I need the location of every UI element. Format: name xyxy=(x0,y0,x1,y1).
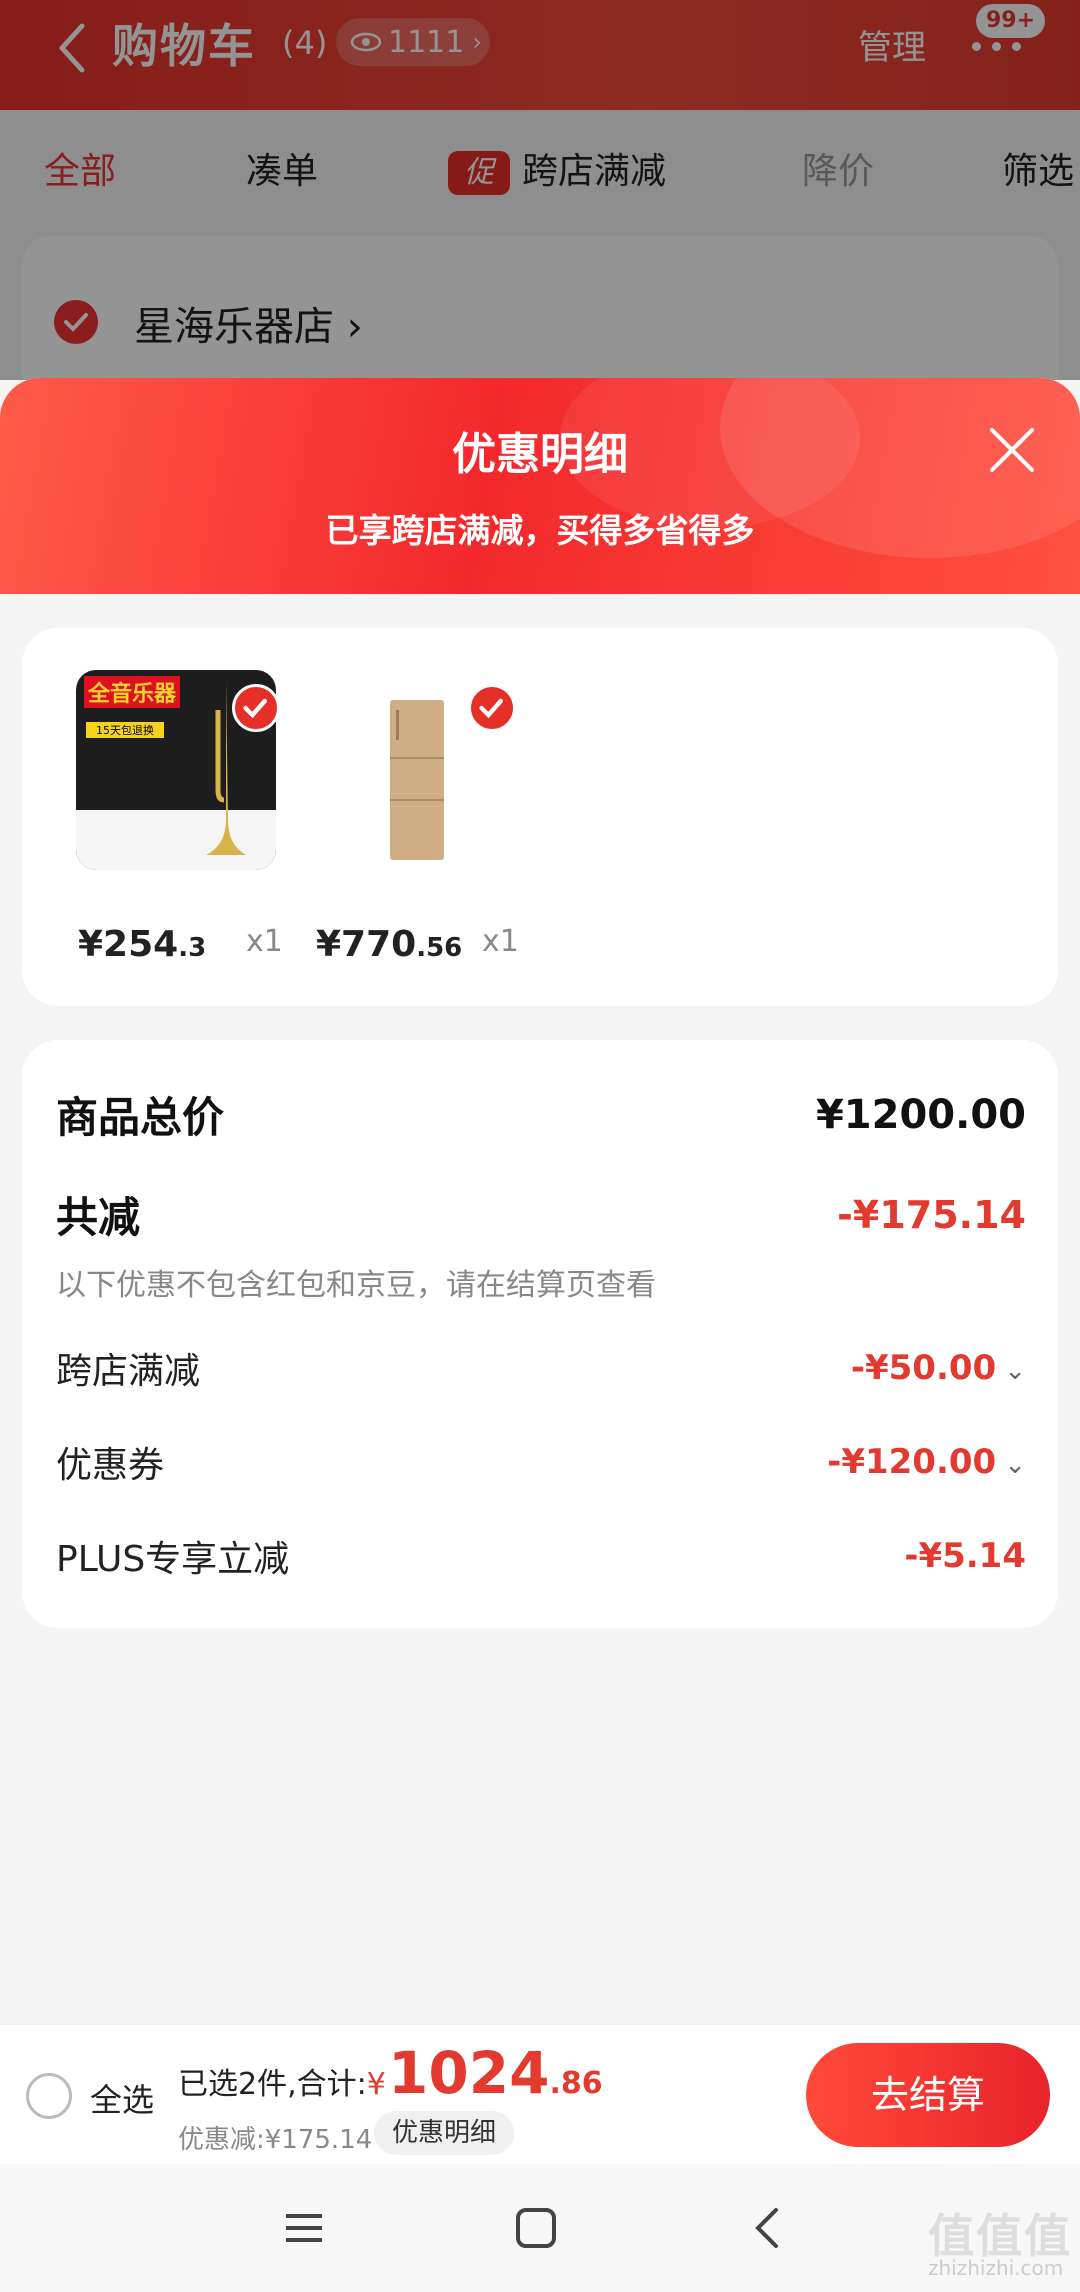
discount-detail-sheet: 优惠明细 已享跨店满减，买得多省得多 全音乐器 15天包退换 ¥254.3 x1 xyxy=(0,378,1080,2020)
total-reduce-value: -¥175.14 xyxy=(837,1192,1026,1237)
total-amount: 1024.86 xyxy=(388,2039,603,2107)
discount-value: -¥50.00 xyxy=(850,1348,997,1388)
product-thumb-trumpet[interactable]: 全音乐器 15天包退换 xyxy=(76,670,280,870)
checked-icon xyxy=(232,684,280,732)
product-qty: x1 xyxy=(246,924,283,959)
sheet-header: 优惠明细 已享跨店满减，买得多省得多 xyxy=(0,378,1080,594)
discount-label: 优惠券 xyxy=(56,1445,165,1486)
discount-row-plus: PLUS专享立减 -¥5.14 xyxy=(56,1530,1026,1582)
system-nav-bar xyxy=(0,2164,1080,2292)
discount-value: -¥120.00 xyxy=(827,1442,997,1482)
back-icon[interactable] xyxy=(744,2204,792,2252)
checkout-button[interactable]: 去结算 xyxy=(806,2043,1050,2147)
discount-label: 跨店满减 xyxy=(56,1351,201,1392)
watermark-url: zhizhizhi.com xyxy=(928,2256,1064,2280)
product-qty: x1 xyxy=(482,924,519,959)
close-icon[interactable] xyxy=(984,422,1040,478)
select-all-label[interactable]: 全选 xyxy=(90,2075,154,2121)
price-detail-card: 商品总价 ¥1200.00 共减 -¥175.14 以下优惠不包含红包和京豆，请… xyxy=(22,1040,1058,1628)
total-price-value: ¥1200.00 xyxy=(815,1091,1026,1138)
discount-row-coupon[interactable]: 优惠券 -¥120.00 ⌄ xyxy=(56,1436,1026,1488)
product-price: ¥254.3 xyxy=(78,924,207,965)
product-thumb-fridge[interactable] xyxy=(312,670,516,870)
saved-amount: 优惠减:¥175.14 xyxy=(178,2125,373,2155)
checked-icon xyxy=(468,684,516,732)
discount-value: -¥5.14 xyxy=(904,1536,1026,1576)
total-price-label: 商品总价 xyxy=(56,1093,225,1142)
menu-icon[interactable] xyxy=(280,2204,328,2252)
select-all-radio[interactable] xyxy=(26,2073,72,2119)
sheet-title: 优惠明细 xyxy=(452,429,628,480)
chevron-down-icon: ⌄ xyxy=(1004,1450,1026,1480)
discount-row-cross-store[interactable]: 跨店满减 -¥50.00 ⌄ xyxy=(56,1342,1026,1394)
product-price: ¥770.56 xyxy=(316,924,463,965)
total-price-row: 商品总价 ¥1200.00 xyxy=(56,1084,1026,1145)
total-reduce-label: 共减 xyxy=(56,1193,141,1242)
dim-overlay[interactable] xyxy=(0,0,1080,380)
home-icon[interactable] xyxy=(512,2204,560,2252)
discount-label: PLUS专享立减 xyxy=(56,1539,290,1580)
total-reduce-row: 共减 -¥175.14 xyxy=(56,1184,1026,1245)
chevron-down-icon: ⌄ xyxy=(1004,1356,1026,1386)
sheet-subtitle: 已享跨店满减，买得多省得多 xyxy=(325,511,755,550)
discount-detail-button[interactable]: 优惠明细 xyxy=(374,2111,515,2155)
checkout-bar: 全选 已选2件,合计:¥ 1024.86 优惠减:¥175.14 优惠明细 去结… xyxy=(0,2024,1080,2164)
selected-products-card: 全音乐器 15天包退换 ¥254.3 x1 ¥770.56 x1 xyxy=(22,628,1058,1006)
selected-summary: 已选2件,合计:¥ xyxy=(178,2067,386,2102)
discount-note: 以下优惠不包含红包和京豆，请在结算页查看 xyxy=(56,1268,656,1303)
